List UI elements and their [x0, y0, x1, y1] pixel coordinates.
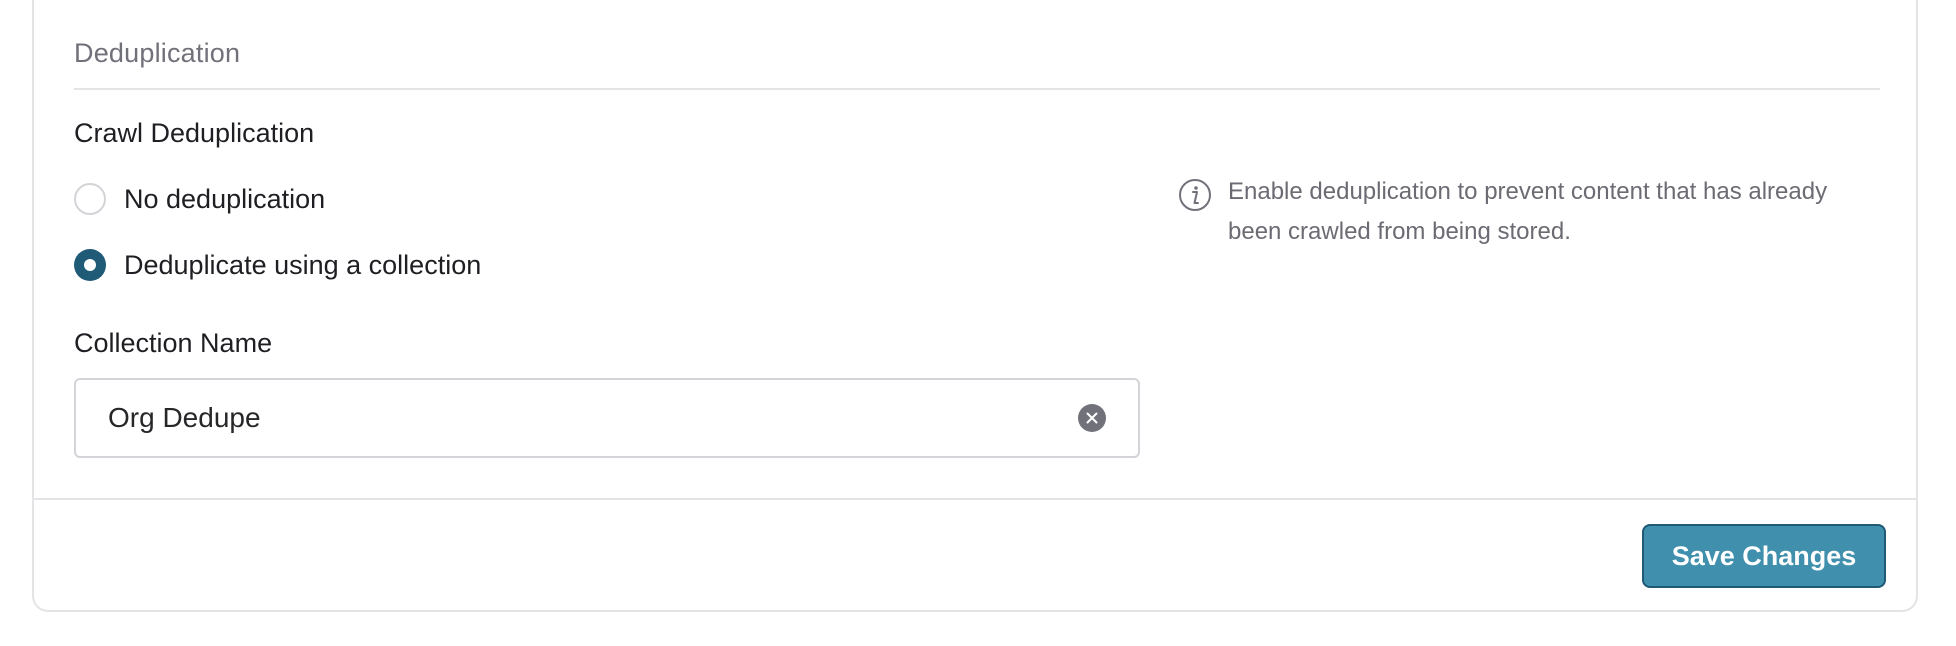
collection-name-label: Collection Name — [74, 328, 273, 358]
radio-unchecked-icon[interactable] — [74, 183, 106, 215]
collection-name-input[interactable]: Org Dedupe — [74, 378, 1140, 458]
section-title: Deduplication — [74, 38, 241, 68]
crawl-deduplication-label: Crawl Deduplication — [74, 118, 315, 148]
radio-option-no-deduplication[interactable]: No deduplication — [74, 183, 325, 215]
collection-name-value[interactable]: Org Dedupe — [108, 402, 261, 434]
save-changes-button[interactable]: Save Changes — [1642, 524, 1886, 588]
section-divider — [74, 88, 1880, 90]
clear-x-icon[interactable] — [1078, 404, 1106, 432]
radio-option-label: No deduplication — [124, 183, 326, 214]
radio-option-label: Deduplicate using a collection — [124, 249, 482, 280]
help-text: Enable deduplication to prevent content … — [1228, 178, 1828, 245]
radio-option-deduplicate-collection[interactable]: Deduplicate using a collection — [74, 249, 481, 281]
radio-checked-icon[interactable] — [74, 249, 106, 281]
settings-card — [32, 0, 1918, 612]
info-icon — [1178, 178, 1212, 212]
footer-divider — [34, 498, 1916, 500]
dedup-help: Enable deduplication to prevent content … — [1178, 176, 1878, 252]
